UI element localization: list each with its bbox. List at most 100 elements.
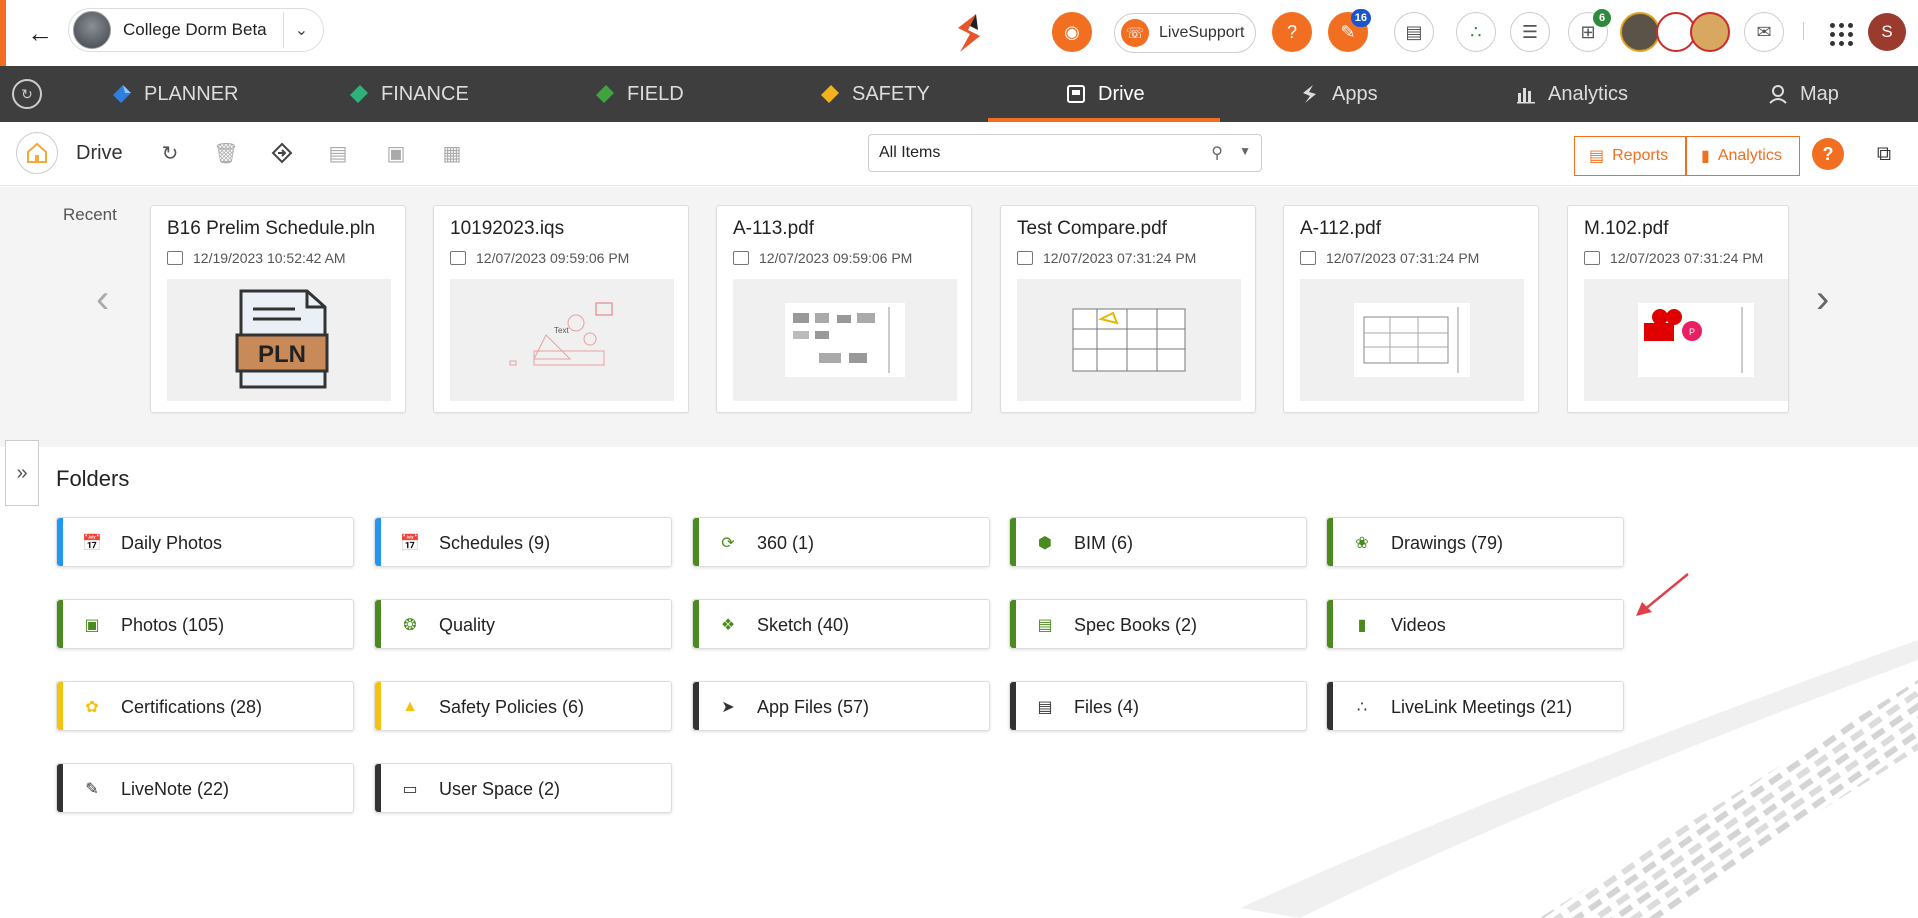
brand-logo-icon[interactable] (950, 12, 990, 54)
user-avatar[interactable]: S (1868, 13, 1906, 51)
project-name: College Dorm Beta (123, 20, 267, 39)
recent-file-card[interactable]: M.102.pdf 12/07/2023 07:31:24 PM P (1567, 205, 1789, 413)
file-date-text: 12/07/2023 09:59:06 PM (476, 250, 630, 266)
chevron-right-icon[interactable]: › (1816, 277, 1829, 322)
notification-icon[interactable]: ✎ 16 (1328, 9, 1371, 52)
avatar (1690, 12, 1730, 52)
nav-apps[interactable]: Apps (1298, 66, 1378, 122)
cart-icon[interactable]: ⊞ 6 (1568, 9, 1611, 52)
recent-file-card[interactable]: A-112.pdf 12/07/2023 07:31:24 PM (1283, 205, 1539, 413)
page-title: Drive (76, 142, 123, 164)
file-thumbnail: PLN (167, 279, 391, 401)
nav-planner[interactable]: PLANNER (110, 66, 238, 122)
recent-file-card[interactable]: 10192023.iqs 12/07/2023 09:59:06 PM Text (433, 205, 689, 413)
chat-icon[interactable]: ✉ (1744, 12, 1784, 52)
nav-home-icon[interactable]: ↻ (12, 79, 42, 109)
camera-folder-icon[interactable]: ▣ (382, 139, 410, 167)
search-icon[interactable]: ⚲ (1211, 143, 1223, 163)
folder-tile[interactable]: ▣ Photos (105) (56, 599, 354, 649)
folder-tile[interactable]: ➤ App Files (57) (692, 681, 990, 731)
lock-folder-icon[interactable]: ▦ (438, 139, 466, 167)
copy-file-icon[interactable]: ▤ (324, 139, 352, 167)
map-icon (1766, 82, 1790, 106)
nav-finance[interactable]: FINANCE (347, 66, 469, 122)
file-name: B16 Prelim Schedule.pln (167, 218, 376, 239)
participant-avatars[interactable] (1620, 12, 1730, 52)
video-icon: ▮ (1357, 617, 1367, 634)
livesupport-button[interactable]: ☏ LiveSupport (1114, 13, 1256, 53)
folder-color-bar (693, 518, 699, 566)
back-arrow-icon[interactable]: ← (24, 17, 56, 49)
file-date-text: 12/07/2023 09:59:06 PM (759, 250, 913, 266)
folder-tile[interactable]: 📅 Schedules (9) (374, 517, 672, 567)
network-icon[interactable]: ∴ (1456, 12, 1496, 52)
task-list-icon[interactable]: ☰ (1510, 12, 1550, 52)
analytics-button[interactable]: ▮ Analytics (1686, 136, 1800, 176)
folder-label: Photos (105) (121, 615, 225, 635)
folder-color-bar (57, 600, 63, 648)
folder-label: LiveNote (22) (121, 779, 230, 799)
nav-field[interactable]: FIELD (593, 66, 684, 122)
folder-tile[interactable]: ▲ Safety Policies (6) (374, 681, 672, 731)
document-icon[interactable]: ▤ (1394, 12, 1434, 52)
nav-field-label: FIELD (627, 82, 684, 105)
folder-color-bar (1010, 600, 1016, 648)
help-glyph: ? (1286, 21, 1297, 42)
nav-map[interactable]: Map (1766, 66, 1839, 122)
certificate-icon: ✿ (85, 699, 99, 716)
folder-color-bar (375, 764, 381, 812)
calendar-icon (733, 251, 749, 265)
planner-icon (110, 82, 134, 106)
cone-icon: ▲ (402, 698, 418, 715)
project-selector[interactable]: College Dorm Beta ⌄ (68, 8, 324, 52)
filter-select[interactable]: All Items ⚲ ▼ (868, 134, 1262, 172)
file-icon: ▤ (1037, 699, 1053, 716)
recent-file-card[interactable]: Test Compare.pdf 12/07/2023 07:31:24 PM (1000, 205, 1256, 413)
recent-file-card[interactable]: B16 Prelim Schedule.pln 12/19/2023 10:52… (150, 205, 406, 413)
chevron-down-icon[interactable]: ⌄ (283, 12, 319, 48)
reports-button[interactable]: ▤ Reports (1574, 136, 1686, 176)
external-link-icon[interactable]: ⧉ (1870, 140, 1898, 168)
toolbar-help-icon[interactable]: ? (1812, 138, 1844, 170)
pln-text: PLN (258, 341, 306, 368)
folder-label: Certifications (28) (121, 697, 263, 717)
recent-file-card[interactable]: A-113.pdf 12/07/2023 09:59:06 PM (716, 205, 972, 413)
refresh-icon[interactable]: ↻ (156, 139, 184, 167)
field-icon (593, 82, 617, 106)
home-icon[interactable] (16, 132, 58, 174)
folder-color-bar (57, 518, 63, 566)
nav-analytics[interactable]: Analytics (1514, 66, 1628, 122)
nav-drive[interactable]: Drive (1064, 66, 1145, 122)
chevron-left-icon[interactable]: ‹ (96, 277, 109, 322)
file-name: A-113.pdf (733, 218, 814, 239)
file-date: 12/07/2023 07:31:24 PM (1584, 250, 1763, 266)
nav-safety[interactable]: SAFETY (818, 66, 930, 122)
delete-icon[interactable]: 🗑 (212, 139, 240, 167)
folder-tile[interactable]: ❂ Quality (374, 599, 672, 649)
caret-down-icon[interactable]: ▼ (1239, 144, 1251, 158)
recent-label: Recent (63, 205, 117, 224)
pln-file-icon: PLN (235, 289, 329, 389)
folder-color-bar (693, 600, 699, 648)
folder-color-bar (693, 682, 699, 730)
folder-tile[interactable]: 📅 Daily Photos (56, 517, 354, 567)
sketch-text: Text (554, 326, 569, 335)
folder-tile[interactable]: ⬢ BIM (6) (1009, 517, 1307, 567)
folder-label: App Files (57) (757, 697, 870, 717)
file-thumbnail (733, 279, 957, 401)
assistant-bot-icon[interactable]: ◉ (1052, 12, 1092, 52)
compass-icon: ❀ (1355, 535, 1369, 552)
app-grid-icon[interactable] (1824, 17, 1854, 47)
help-icon[interactable]: ? (1272, 12, 1312, 52)
folder-tile[interactable]: ⟳ 360 (1) (692, 517, 990, 567)
folder-tile[interactable]: ▭ User Space (2) (374, 763, 672, 813)
folder-tile[interactable]: ✎ LiveNote (22) (56, 763, 354, 813)
main-nav: ↻ PLANNER FINANCE FIELD SAFETY Drive App… (0, 66, 1918, 122)
folder-tile[interactable]: ❖ Sketch (40) (692, 599, 990, 649)
folder-tile[interactable]: ✿ Certifications (28) (56, 681, 354, 731)
file-date-text: 12/07/2023 07:31:24 PM (1610, 250, 1764, 266)
move-icon[interactable] (268, 139, 296, 167)
folder-tile[interactable]: ❀ Drawings (79) (1326, 517, 1624, 567)
sidebar-expand-button[interactable]: » (5, 440, 39, 506)
file-date: 12/19/2023 10:52:42 AM (167, 250, 346, 266)
